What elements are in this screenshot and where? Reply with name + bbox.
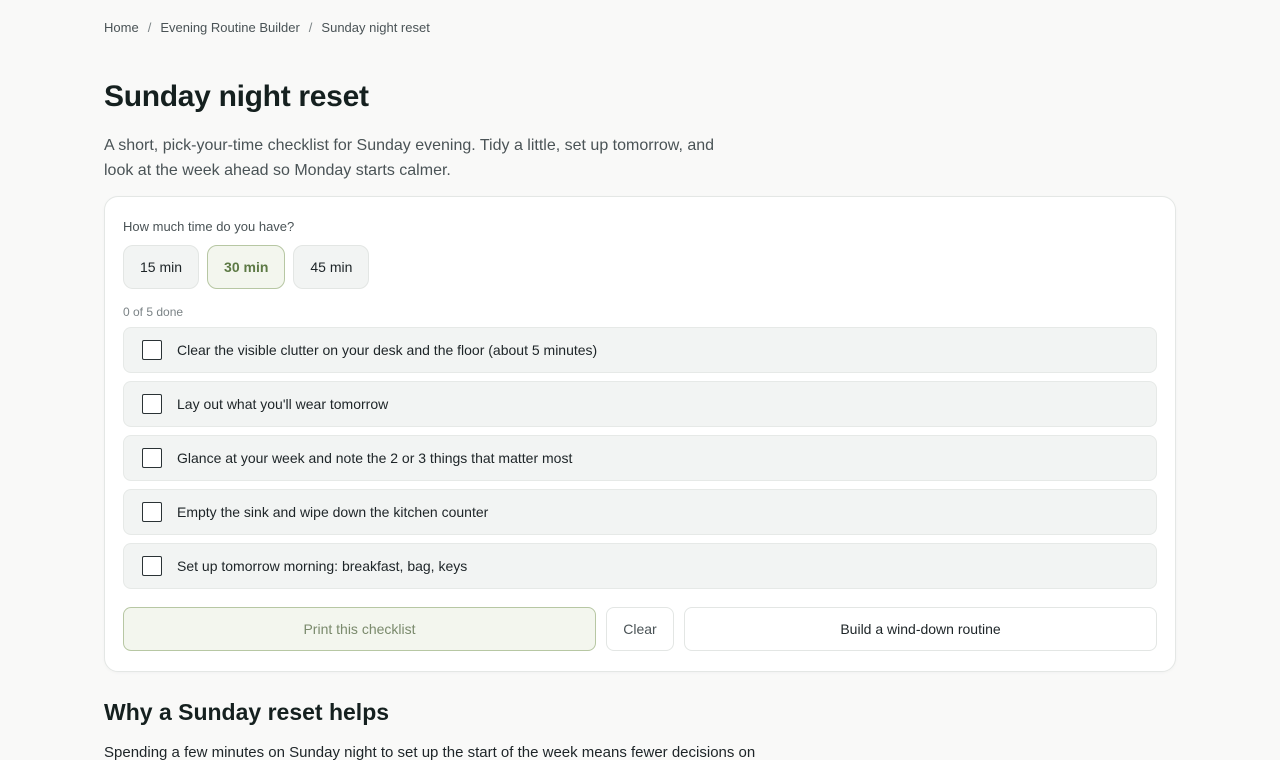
task-item[interactable]: Glance at your week and note the 2 or 3 …	[123, 435, 1157, 481]
breadcrumb-home[interactable]: Home	[104, 20, 139, 35]
time-picker: 15 min 30 min 45 min	[123, 245, 370, 289]
page: Home / Evening Routine Builder / Sunday …	[0, 0, 1280, 760]
breadcrumb-evening-routine-builder[interactable]: Evening Routine Builder	[160, 20, 299, 35]
task-label: Empty the sink and wipe down the kitchen…	[177, 504, 489, 520]
task-label: Glance at your week and note the 2 or 3 …	[177, 450, 573, 466]
page-title: Sunday night reset	[104, 80, 369, 113]
task-item[interactable]: Clear the visible clutter on your desk a…	[123, 327, 1157, 373]
breadcrumb-separator: /	[308, 20, 313, 35]
task-list: Clear the visible clutter on your desk a…	[123, 327, 1157, 597]
time-option-45-min[interactable]: 45 min	[293, 245, 370, 289]
task-checkbox[interactable]	[142, 340, 162, 360]
progress-text: 0 of 5 done	[123, 305, 184, 319]
checklist-card: How much time do you have? 15 min 30 min…	[104, 196, 1176, 672]
task-label: Set up tomorrow morning: breakfast, bag,…	[177, 558, 468, 574]
checklist-actions: Print this checklist Clear Build a wind-…	[123, 607, 1157, 651]
task-checkbox[interactable]	[142, 502, 162, 522]
task-item[interactable]: Lay out what you'll wear tomorrow	[123, 381, 1157, 427]
breadcrumb-separator: /	[147, 20, 152, 35]
why-section-title: Why a Sunday reset helps	[104, 699, 390, 725]
time-option-15-min[interactable]: 15 min	[123, 245, 200, 289]
task-item[interactable]: Empty the sink and wipe down the kitchen…	[123, 489, 1157, 535]
task-item[interactable]: Set up tomorrow morning: breakfast, bag,…	[123, 543, 1157, 589]
page-intro: A short, pick-your-time checklist for Su…	[104, 137, 715, 179]
clear-button[interactable]: Clear	[606, 607, 674, 651]
why-section-body: Spending a few minutes on Sunday night t…	[104, 744, 756, 760]
breadcrumb: Home / Evening Routine Builder / Sunday …	[104, 20, 430, 35]
task-label: Clear the visible clutter on your desk a…	[177, 342, 598, 358]
task-checkbox[interactable]	[142, 448, 162, 468]
time-picker-label: How much time do you have?	[123, 219, 295, 234]
time-option-30-min[interactable]: 30 min	[207, 245, 286, 289]
task-checkbox[interactable]	[142, 556, 162, 576]
task-label: Lay out what you'll wear tomorrow	[177, 396, 389, 412]
task-checkbox[interactable]	[142, 394, 162, 414]
breadcrumb-current: Sunday night reset	[321, 20, 430, 35]
build-wind-down-routine-button[interactable]: Build a wind-down routine	[684, 607, 1157, 651]
print-checklist-button[interactable]: Print this checklist	[123, 607, 596, 651]
